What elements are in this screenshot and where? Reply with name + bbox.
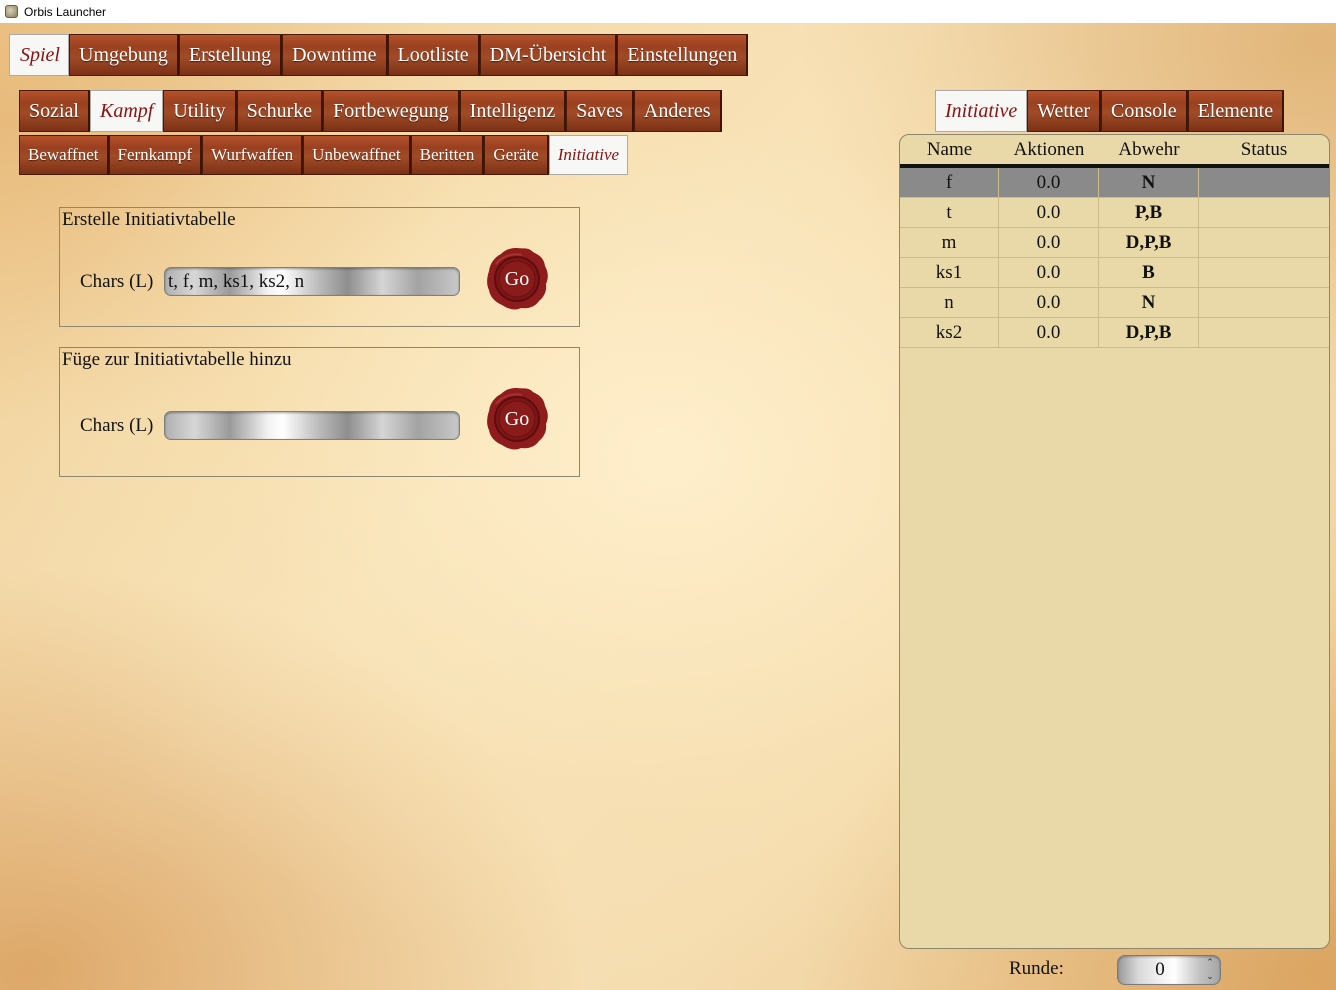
- cell-name: ks2: [900, 318, 999, 347]
- create-go-button[interactable]: Go: [484, 246, 550, 312]
- cell-abwehr: N: [1099, 288, 1199, 317]
- create-initiative-group: Erstelle Initiativtabelle Chars (L) Go: [59, 207, 580, 327]
- cell-abwehr: D,P,B: [1099, 318, 1199, 347]
- window-title: Orbis Launcher: [24, 4, 107, 19]
- add-initiative-group: Füge zur Initiativtabelle hinzu Chars (L…: [59, 347, 580, 477]
- cell-name: ks1: [900, 258, 999, 287]
- tab-beritten[interactable]: Beritten: [410, 135, 485, 175]
- add-group-title: Füge zur Initiativtabelle hinzu: [62, 349, 292, 370]
- cell-aktionen: 0.0: [999, 228, 1099, 257]
- tab-saves[interactable]: Saves: [566, 90, 634, 132]
- create-chars-label: Chars (L): [80, 271, 154, 292]
- tab-wetter[interactable]: Wetter: [1027, 90, 1102, 132]
- cell-name: n: [900, 288, 999, 317]
- tab-dm-uebersicht[interactable]: DM-Übersicht: [479, 34, 618, 76]
- add-go-button[interactable]: Go: [484, 386, 550, 452]
- tab-initiative-sub[interactable]: Initiative: [548, 135, 629, 175]
- window-titlebar: Orbis Launcher: [0, 0, 1336, 23]
- tab-sozial[interactable]: Sozial: [19, 90, 90, 132]
- combat-tab-bar: Bewaffnet Fernkampf Wurfwaffen Unbewaffn…: [19, 135, 629, 175]
- cell-status: [1199, 258, 1329, 287]
- app-icon: [5, 5, 18, 18]
- table-row[interactable]: t 0.0 P,B: [900, 198, 1329, 228]
- column-header-aktionen[interactable]: Aktionen: [999, 135, 1099, 164]
- cell-name: t: [900, 198, 999, 227]
- add-chars-input[interactable]: [164, 411, 460, 440]
- tab-fortbewegung[interactable]: Fortbewegung: [323, 90, 460, 132]
- tab-lootliste[interactable]: Lootliste: [387, 34, 480, 76]
- tab-spiel[interactable]: Spiel: [9, 34, 69, 76]
- cell-aktionen: 0.0: [999, 318, 1099, 347]
- tab-elemente[interactable]: Elemente: [1187, 90, 1285, 132]
- cell-abwehr: D,P,B: [1099, 228, 1199, 257]
- cell-status: [1199, 198, 1329, 227]
- table-row[interactable]: ks2 0.0 D,P,B: [900, 318, 1329, 348]
- category-tab-bar: Sozial Kampf Utility Schurke Fortbewegun…: [19, 90, 722, 132]
- column-header-status[interactable]: Status: [1199, 135, 1329, 164]
- cell-aktionen: 0.0: [999, 258, 1099, 287]
- tab-initiative[interactable]: Initiative: [935, 90, 1028, 132]
- cell-aktionen: 0.0: [999, 198, 1099, 227]
- tab-fernkampf[interactable]: Fernkampf: [108, 135, 203, 175]
- tab-console[interactable]: Console: [1101, 90, 1188, 132]
- cell-status: [1199, 228, 1329, 257]
- spinner-arrows[interactable]: ⌃ ⌄: [1204, 958, 1216, 982]
- table-row[interactable]: n 0.0 N: [900, 288, 1329, 318]
- tab-utility[interactable]: Utility: [163, 90, 237, 132]
- cell-status: [1199, 168, 1329, 197]
- cell-abwehr: N: [1099, 168, 1199, 197]
- add-chars-label: Chars (L): [80, 415, 154, 436]
- cell-abwehr: P,B: [1099, 198, 1199, 227]
- create-group-title: Erstelle Initiativtabelle: [62, 209, 236, 230]
- cell-name: m: [900, 228, 999, 257]
- tab-downtime[interactable]: Downtime: [282, 34, 388, 76]
- tab-wurfwaffen[interactable]: Wurfwaffen: [202, 135, 304, 175]
- create-go-label: Go: [504, 267, 530, 290]
- cell-aktionen: 0.0: [999, 168, 1099, 197]
- round-value: 0: [1155, 959, 1165, 980]
- main-tab-bar: Spiel Umgebung Erstellung Downtime Lootl…: [9, 34, 749, 76]
- tab-unbewaffnet[interactable]: Unbewaffnet: [303, 135, 411, 175]
- cell-aktionen: 0.0: [999, 288, 1099, 317]
- table-row[interactable]: m 0.0 D,P,B: [900, 228, 1329, 258]
- chevron-down-icon[interactable]: ⌄: [1206, 972, 1214, 982]
- table-header: Name Aktionen Abwehr Status: [900, 135, 1329, 168]
- round-spinner[interactable]: 0 ⌃ ⌄: [1117, 955, 1221, 985]
- tab-intelligenz[interactable]: Intelligenz: [459, 90, 567, 132]
- column-header-abwehr[interactable]: Abwehr: [1099, 135, 1199, 164]
- table-row[interactable]: ks1 0.0 B: [900, 258, 1329, 288]
- cell-status: [1199, 318, 1329, 347]
- tab-bewaffnet[interactable]: Bewaffnet: [19, 135, 109, 175]
- round-label: Runde:: [1009, 958, 1064, 979]
- create-chars-input[interactable]: [164, 267, 460, 296]
- tab-umgebung[interactable]: Umgebung: [69, 34, 179, 76]
- tab-geraete[interactable]: Geräte: [484, 135, 549, 175]
- chevron-up-icon[interactable]: ⌃: [1206, 958, 1214, 968]
- cell-abwehr: B: [1099, 258, 1199, 287]
- tab-anderes[interactable]: Anderes: [633, 90, 722, 132]
- tab-schurke[interactable]: Schurke: [236, 90, 324, 132]
- add-go-label: Go: [504, 407, 530, 430]
- right-tab-bar: Initiative Wetter Console Elemente: [935, 90, 1285, 132]
- initiative-table: Name Aktionen Abwehr Status f 0.0 N t 0.…: [899, 134, 1330, 949]
- column-header-name[interactable]: Name: [900, 135, 999, 164]
- cell-status: [1199, 288, 1329, 317]
- tab-erstellung[interactable]: Erstellung: [178, 34, 283, 76]
- cell-name: f: [900, 168, 999, 197]
- tab-kampf[interactable]: Kampf: [90, 90, 164, 132]
- table-row[interactable]: f 0.0 N: [900, 168, 1329, 198]
- tab-einstellungen[interactable]: Einstellungen: [617, 34, 749, 76]
